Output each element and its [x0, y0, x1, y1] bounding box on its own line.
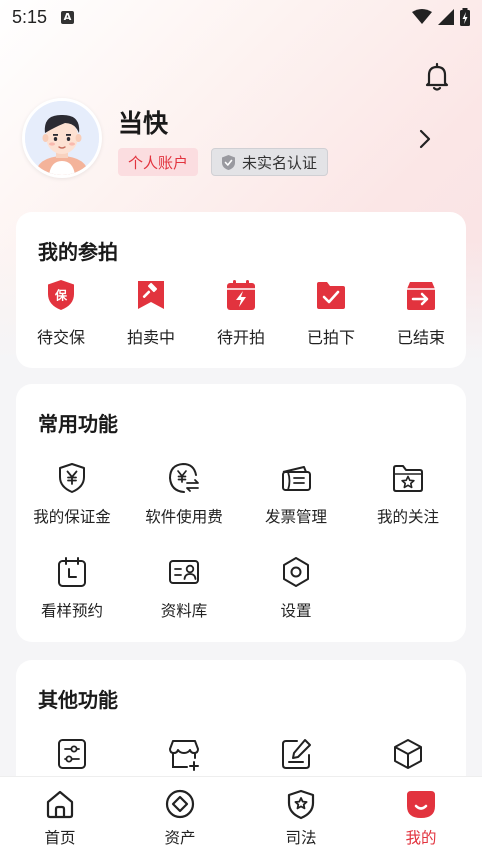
verify-shield-icon	[222, 154, 235, 170]
settings-icon	[283, 557, 309, 587]
bid-item-won[interactable]: 已拍下	[286, 278, 376, 348]
shield-yen-icon	[59, 463, 85, 493]
func-label-library: 资料库	[160, 602, 208, 620]
status-indicators	[412, 8, 470, 26]
calendar-clock-icon	[58, 557, 86, 587]
bid-label-auctioning: 拍卖中	[126, 328, 175, 347]
my-bidding-title: 我的参拍	[38, 240, 118, 264]
nav-label-assets: 资产	[164, 829, 196, 847]
func-item-follow[interactable]: 我的关注	[352, 461, 464, 527]
func-item-library[interactable]: 资料库	[128, 555, 240, 621]
nav-label-justice: 司法	[285, 829, 317, 847]
my-bidding-card: 我的参拍 保 待交保 拍卖中 待开拍 已拍下 已结束	[16, 212, 466, 368]
notification-bell-icon[interactable]	[420, 60, 454, 94]
common-functions-card: 常用功能 我的保证金 软件使用费 发票管理 我的关注 看样预约 资料库 设置	[16, 384, 466, 642]
avatar-illustration	[25, 101, 99, 175]
func-item-viewing-appointment[interactable]: 看样预约	[16, 555, 128, 621]
store-add-icon	[169, 740, 199, 771]
bid-label-upcoming: 待开拍	[216, 328, 265, 347]
wifi-icon	[412, 9, 432, 24]
nav-label-profile: 我的	[405, 829, 437, 847]
other-item-4[interactable]	[352, 737, 464, 771]
gavel-bookmark-icon	[138, 281, 164, 309]
nav-assets[interactable]: 资产	[120, 777, 240, 856]
status-bar: 5:15 A	[0, 0, 482, 34]
nav-profile[interactable]: 我的	[361, 777, 481, 856]
id-card-icon	[169, 560, 199, 584]
signal-icon	[438, 9, 454, 25]
func-label-invoice: 发票管理	[264, 508, 327, 526]
calendar-flash-icon	[227, 280, 255, 310]
bottom-navigation: 首页 资产 司法 我的	[0, 776, 482, 856]
nav-label-home: 首页	[44, 829, 76, 847]
func-label-software-fee: 软件使用费	[145, 508, 223, 526]
nav-home[interactable]: 首页	[0, 777, 120, 856]
home-icon	[46, 790, 74, 819]
func-item-settings[interactable]: 设置	[240, 555, 352, 621]
battery-icon	[460, 8, 470, 26]
document-edit-icon	[282, 739, 311, 769]
common-functions-title: 常用功能	[38, 412, 118, 436]
notification-a-icon: A	[61, 10, 75, 24]
bid-label-won: 已拍下	[306, 328, 355, 347]
bid-item-auctioning[interactable]: 拍卖中	[106, 278, 196, 348]
func-label-follow: 我的关注	[376, 508, 439, 526]
nav-justice[interactable]: 司法	[241, 777, 361, 856]
shield-bao-icon: 保	[48, 280, 74, 310]
asset-icon	[165, 789, 195, 819]
bid-label-pending-deposit: 待交保	[36, 328, 85, 347]
invoice-icon	[282, 466, 311, 491]
box-arrow-icon	[407, 282, 435, 310]
bid-item-pending-deposit[interactable]: 保 待交保	[16, 278, 106, 348]
other-item-2[interactable]	[128, 737, 240, 771]
func-item-software-fee[interactable]: 软件使用费	[128, 461, 240, 527]
other-functions-title: 其他功能	[38, 688, 118, 712]
avatar[interactable]	[22, 98, 102, 178]
username: 当快	[118, 109, 169, 138]
svg-text:保: 保	[54, 288, 68, 303]
chevron-right-icon[interactable]	[416, 128, 434, 150]
func-label-settings: 设置	[280, 602, 312, 620]
sliders-icon	[58, 739, 86, 769]
cube-icon	[394, 739, 422, 769]
verification-badge[interactable]: 未实名认证	[211, 148, 329, 176]
bid-item-upcoming[interactable]: 待开拍	[196, 278, 286, 348]
folder-star-icon	[393, 465, 423, 492]
yen-exchange-icon	[168, 462, 199, 493]
folder-check-icon	[317, 282, 345, 309]
func-item-deposit[interactable]: 我的保证金	[16, 461, 128, 527]
bid-item-ended[interactable]: 已结束	[376, 278, 466, 348]
account-type-badge: 个人账户	[118, 148, 199, 176]
profile-icon	[407, 791, 435, 818]
other-item-3[interactable]	[240, 737, 352, 771]
func-label-deposit: 我的保证金	[33, 508, 111, 526]
verification-label: 未实名认证	[242, 153, 318, 172]
justice-icon	[287, 789, 315, 820]
status-time: 5:15	[12, 6, 48, 27]
func-item-invoice[interactable]: 发票管理	[240, 461, 352, 527]
other-item-1[interactable]	[16, 737, 128, 771]
func-label-viewing-appointment: 看样预约	[40, 602, 103, 620]
account-type-label: 个人账户	[128, 153, 189, 172]
bid-label-ended: 已结束	[396, 328, 445, 347]
